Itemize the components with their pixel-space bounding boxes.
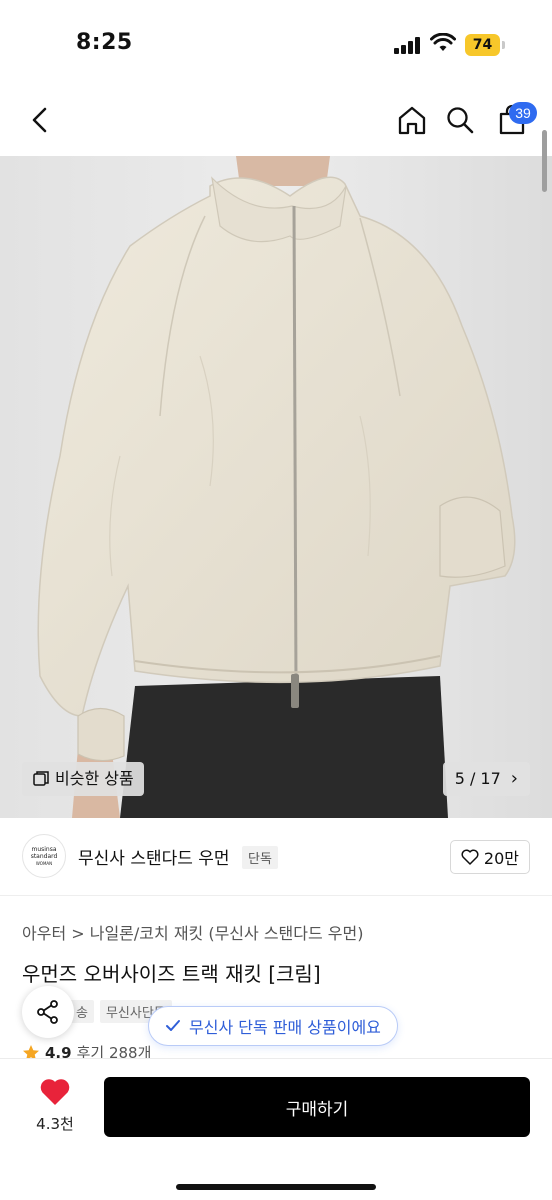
battery-icon: 74: [465, 34, 505, 56]
top-navigation: [0, 90, 552, 156]
brand-like-count: 20만: [483, 849, 519, 868]
copy-icon: [33, 771, 49, 786]
product-title: 우먼즈 오버사이즈 트랙 재킷 [크림]: [22, 962, 321, 986]
battery-level: 74: [465, 34, 500, 56]
wishlist-button[interactable]: 4.3천: [24, 1079, 86, 1134]
toast-text: 무신사 단독 판매 상품이에요: [189, 1018, 381, 1037]
back-button[interactable]: [20, 100, 60, 140]
brand-name[interactable]: 무신사 스탠다드 우먼: [78, 844, 230, 869]
cellular-signal-icon: [394, 36, 422, 54]
wishlist-count: 4.3천: [36, 1115, 74, 1133]
buy-button[interactable]: 구매하기: [104, 1077, 530, 1137]
search-button[interactable]: [440, 100, 480, 140]
status-bar: 8:25 74: [0, 0, 552, 88]
similar-products-button[interactable]: 비슷한 상품: [22, 762, 144, 796]
brand-logo[interactable]: musinsa standard WOMAN: [22, 834, 66, 878]
chevron-left-icon: [32, 107, 47, 133]
page-indicator-text: 5 / 17: [454, 769, 501, 788]
share-icon: [37, 1000, 58, 1024]
image-page-indicator[interactable]: 5 / 17 ›: [442, 762, 530, 796]
bottom-action-bar: 4.3천 구매하기: [0, 1058, 552, 1200]
category-breadcrumb[interactable]: 아우터 > 나일론/코치 재킷 (무신사 스탠다드 우먼): [22, 920, 363, 944]
home-indicator[interactable]: [176, 1184, 376, 1190]
heart-filled-icon: [40, 1079, 70, 1105]
check-icon: [166, 1020, 180, 1031]
exclusive-toast: 무신사 단독 판매 상품이에요: [148, 1006, 398, 1046]
cart-count-badge: 39: [509, 102, 537, 124]
search-icon: [447, 107, 474, 134]
wifi-icon: [430, 33, 456, 51]
product-photo: [0, 156, 552, 818]
home-icon: [398, 106, 426, 135]
home-button[interactable]: [392, 100, 432, 140]
brand-like-button[interactable]: 20만: [449, 840, 530, 874]
share-button[interactable]: [22, 986, 74, 1038]
status-time: 8:25: [76, 30, 133, 55]
similar-products-label: 비슷한 상품: [55, 769, 134, 788]
chevron-right-icon: ›: [510, 768, 518, 789]
brand-row[interactable]: musinsa standard WOMAN 무신사 스탠다드 우먼 단독 20…: [0, 834, 552, 896]
product-image-gallery[interactable]: 비슷한 상품 5 / 17 ›: [0, 156, 552, 818]
scrollbar[interactable]: [542, 130, 547, 192]
exclusive-badge: 단독: [242, 846, 278, 869]
heart-outline-icon: [461, 849, 479, 865]
